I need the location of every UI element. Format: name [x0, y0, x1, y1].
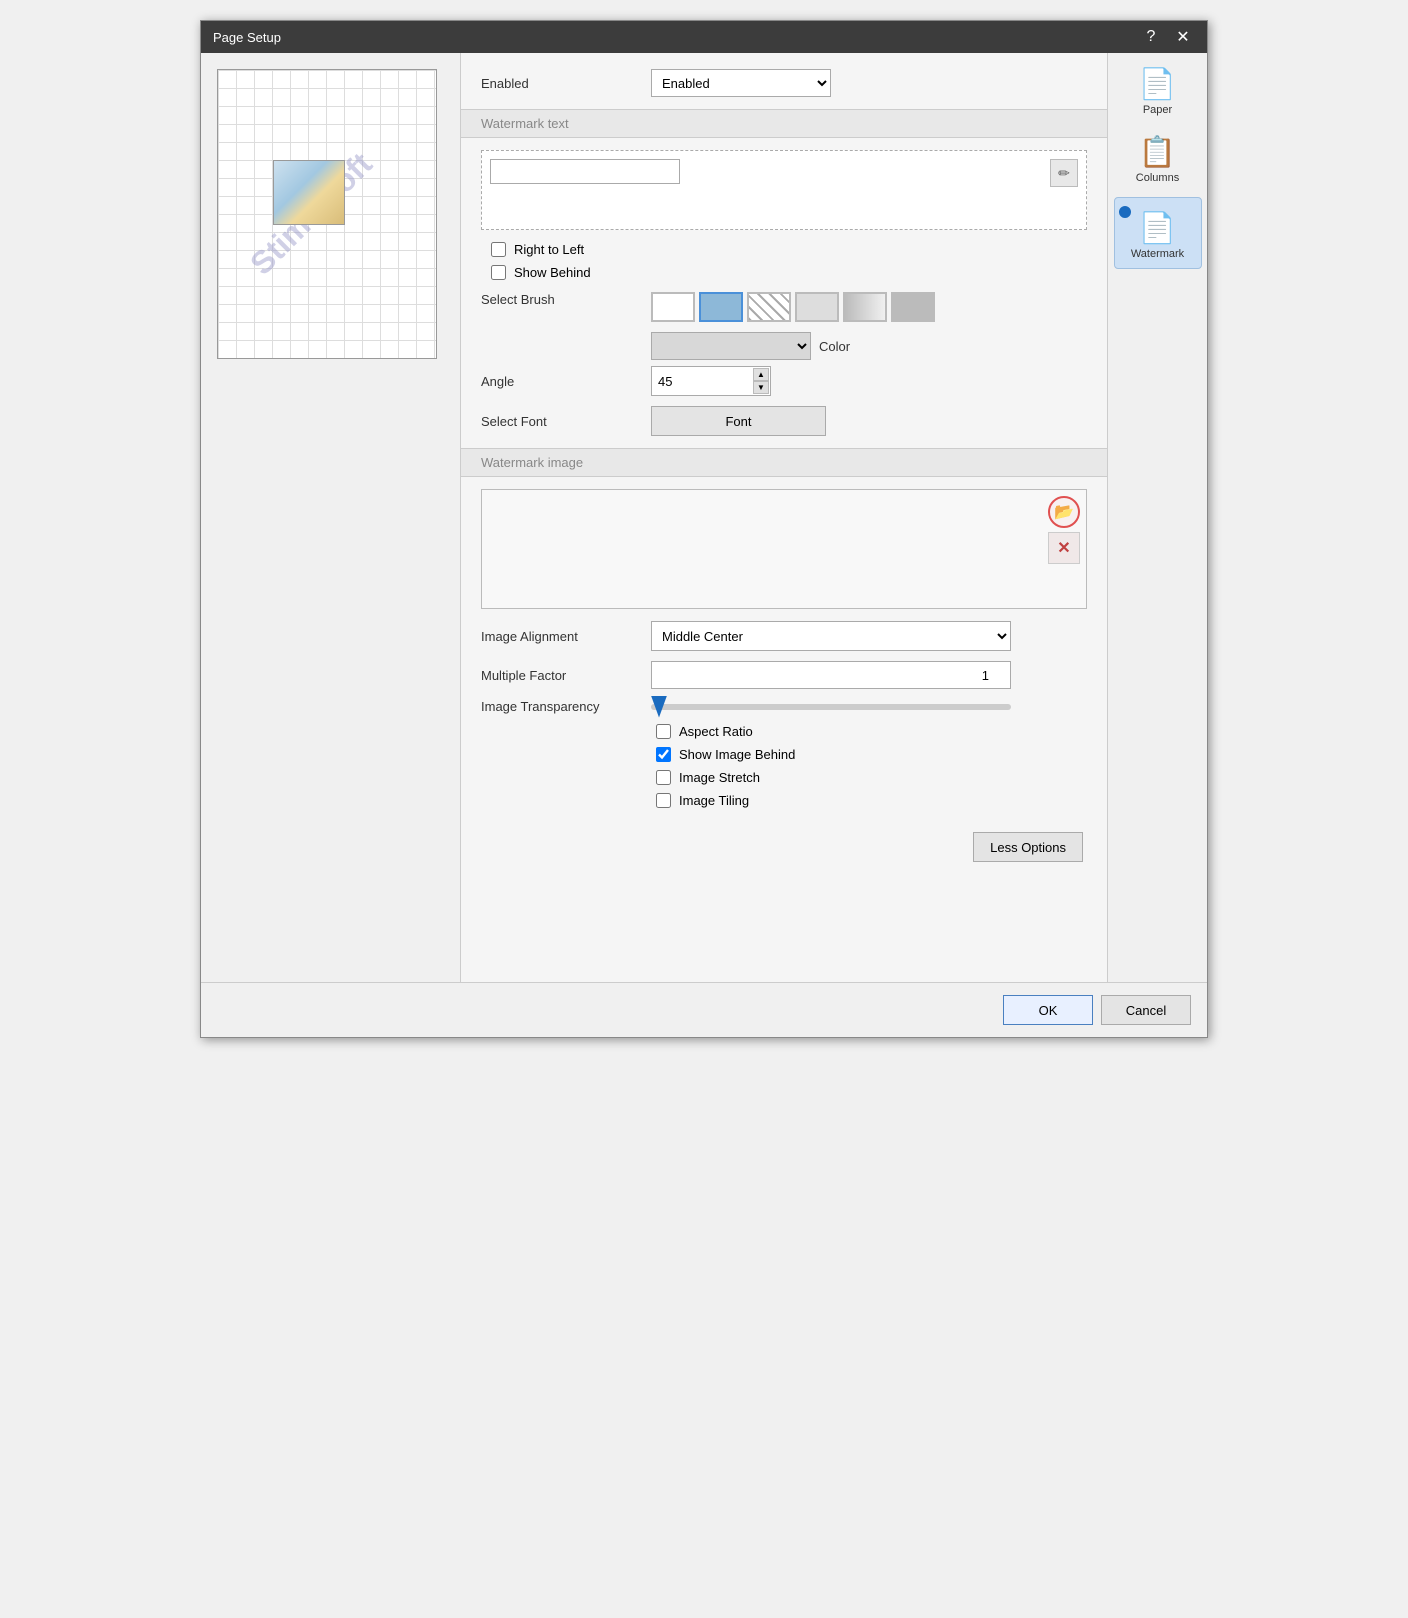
angle-input-wrap: ▲ ▼	[651, 366, 771, 396]
main-content: Enabled Enabled Disabled Watermark text …	[461, 53, 1107, 982]
title-bar: Page Setup ? ✕	[201, 21, 1207, 53]
less-options-section: Less Options	[481, 824, 1087, 862]
less-options-button[interactable]: Less Options	[973, 832, 1083, 862]
aspect-ratio-checkbox[interactable]	[656, 724, 671, 739]
right-to-left-row: Right to Left	[491, 242, 1087, 257]
tab-watermark[interactable]: 📄 Watermark	[1114, 197, 1202, 269]
right-to-left-label: Right to Left	[514, 242, 584, 257]
multiple-factor-label: Multiple Factor	[481, 668, 651, 683]
image-controls: 📂 ✕	[1048, 496, 1080, 564]
color-row: Color	[651, 332, 935, 360]
image-alignment-label: Image Alignment	[481, 629, 651, 644]
select-brush-label: Select Brush	[481, 292, 651, 307]
image-alignment-select[interactable]: Middle Center Top Left Top Center Top Ri…	[651, 621, 1011, 651]
font-button[interactable]: Font	[651, 406, 826, 436]
color-label: Color	[819, 339, 850, 354]
tab-watermark-label: Watermark	[1131, 248, 1184, 260]
aspect-ratio-label: Aspect Ratio	[679, 724, 753, 739]
brush-hatched-btn[interactable]	[747, 292, 791, 322]
angle-label: Angle	[481, 374, 651, 389]
image-stretch-checkbox[interactable]	[656, 770, 671, 785]
tabs-panel: 📄 Paper 📋 Columns 📄 Watermark	[1107, 53, 1207, 982]
brush-light-btn[interactable]	[795, 292, 839, 322]
title-bar-controls: ? ✕	[1139, 25, 1195, 49]
cancel-button[interactable]: Cancel	[1101, 995, 1191, 1025]
image-alignment-row: Image Alignment Middle Center Top Left T…	[481, 621, 1087, 651]
angle-spinner: ▲ ▼	[753, 368, 769, 394]
image-transparency-slider[interactable]	[651, 704, 1011, 710]
open-image-icon: 📂	[1054, 502, 1074, 522]
select-font-label: Select Font	[481, 414, 651, 429]
right-to-left-checkbox[interactable]	[491, 242, 506, 257]
watermark-icon: 📄	[1139, 214, 1176, 244]
edit-text-button[interactable]: ✏	[1050, 159, 1078, 187]
watermark-image-section-header: Watermark image	[461, 448, 1107, 477]
brush-options-row	[651, 292, 935, 322]
show-behind-checkbox[interactable]	[491, 265, 506, 280]
tab-paper[interactable]: 📄 Paper	[1114, 61, 1202, 125]
paper-icon: 📄	[1139, 70, 1176, 100]
brush-container: Color	[651, 292, 935, 360]
image-tiling-row: Image Tiling	[656, 793, 1087, 808]
ok-button[interactable]: OK	[1003, 995, 1093, 1025]
watermark-text-container: ✏	[481, 150, 1087, 230]
enabled-select[interactable]: Enabled Disabled	[651, 69, 831, 97]
brush-solid-btn[interactable]	[651, 292, 695, 322]
image-tiling-checkbox[interactable]	[656, 793, 671, 808]
text-checkboxes: Right to Left Show Behind	[481, 242, 1087, 280]
clear-image-icon: ✕	[1057, 538, 1070, 558]
columns-icon: 📋	[1139, 138, 1176, 168]
multiple-factor-input[interactable]	[651, 661, 1011, 689]
preview-grid: Stimulsoft	[218, 70, 436, 358]
tab-watermark-radio	[1119, 206, 1131, 218]
angle-row: Angle ▲ ▼	[481, 366, 1087, 396]
image-stretch-label: Image Stretch	[679, 770, 760, 785]
clear-image-button[interactable]: ✕	[1048, 532, 1080, 564]
dialog-title: Page Setup	[213, 30, 281, 45]
dialog-footer: OK Cancel	[201, 982, 1207, 1037]
close-button[interactable]: ✕	[1171, 25, 1195, 49]
show-behind-row: Show Behind	[491, 265, 1087, 280]
select-font-row: Select Font Font	[481, 406, 1087, 436]
preview-image-box	[273, 160, 345, 225]
enabled-label: Enabled	[481, 76, 651, 91]
tab-columns-label: Columns	[1136, 172, 1179, 184]
page-setup-dialog: Page Setup ? ✕ Stimulsoft Enabled	[200, 20, 1208, 1038]
brush-fill-btn[interactable]	[699, 292, 743, 322]
show-behind-label: Show Behind	[514, 265, 591, 280]
multiple-factor-row: Multiple Factor	[481, 661, 1087, 689]
enabled-row: Enabled Enabled Disabled	[481, 69, 1087, 97]
show-image-behind-checkbox[interactable]	[656, 747, 671, 762]
slider-wrap	[651, 704, 1011, 710]
select-brush-row: Select Brush Color	[481, 292, 1087, 360]
watermark-text-input[interactable]	[490, 159, 680, 184]
image-tiling-label: Image Tiling	[679, 793, 749, 808]
angle-down-btn[interactable]: ▼	[753, 381, 769, 394]
preview-panel: Stimulsoft	[201, 53, 461, 982]
tab-paper-label: Paper	[1143, 104, 1172, 116]
image-transparency-row: Image Transparency	[481, 699, 1087, 714]
aspect-ratio-row: Aspect Ratio	[656, 724, 1087, 739]
watermark-text-section-header: Watermark text	[461, 109, 1107, 138]
image-transparency-label: Image Transparency	[481, 699, 651, 714]
page-preview: Stimulsoft	[217, 69, 437, 359]
open-image-button[interactable]: 📂	[1048, 496, 1080, 528]
brush-dark-btn[interactable]	[891, 292, 935, 322]
dialog-body: Stimulsoft Enabled Enabled Disabled Wate…	[201, 53, 1207, 982]
image-area: 📂 ✕	[481, 489, 1087, 609]
image-stretch-row: Image Stretch	[656, 770, 1087, 785]
preview-image-inner	[274, 161, 344, 224]
angle-up-btn[interactable]: ▲	[753, 368, 769, 381]
tab-columns[interactable]: 📋 Columns	[1114, 129, 1202, 193]
brush-gradient-btn[interactable]	[843, 292, 887, 322]
help-button[interactable]: ?	[1139, 25, 1163, 49]
image-checkboxes-section: Aspect Ratio Show Image Behind Image Str…	[481, 724, 1087, 808]
color-select[interactable]	[651, 332, 811, 360]
edit-icon: ✏	[1058, 165, 1070, 182]
show-image-behind-label: Show Image Behind	[679, 747, 795, 762]
show-image-behind-row: Show Image Behind	[656, 747, 1087, 762]
